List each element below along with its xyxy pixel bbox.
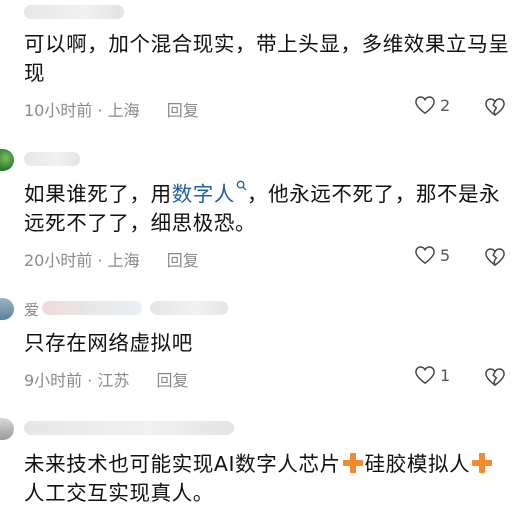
time-location: 10小时前 · 上海 [24, 101, 140, 120]
comment-text: 未来技术也可能实现AI数字人芯片 硅胶模拟人 人工交互实现真人。 [24, 450, 514, 508]
comment-text: 如果谁死了，用数字人 ，他永远不死了，那不是永 远死不了了，细思极恐。 [24, 180, 501, 235]
username-blurred [150, 301, 228, 315]
avatar[interactable] [0, 298, 14, 320]
like-count: 2 [440, 95, 451, 115]
comment-text: 可以啊，加个混合现实，带上头显，多维效果立马呈 现 [24, 32, 510, 85]
username[interactable]: 爱 [24, 299, 39, 320]
like-button[interactable]: 5 [414, 245, 450, 265]
time-location: 9小时前 · 江苏 [24, 371, 130, 390]
like-count: 1 [440, 365, 451, 385]
comment-meta: 9小时前 · 江苏 回复 [24, 367, 189, 391]
like-button[interactable]: 1 [414, 365, 450, 385]
comment-meta: 10小时前 · 上海 回复 [24, 97, 199, 121]
time-location: 20小时前 · 上海 [24, 251, 140, 270]
reply-button[interactable]: 回复 [167, 251, 199, 270]
username-blurred [24, 152, 80, 166]
like-button[interactable]: 2 [414, 95, 450, 115]
heart-outline-icon [415, 366, 435, 385]
broken-heart-icon[interactable] [484, 247, 506, 267]
comment-text: 只存在网络虚拟吧 [24, 331, 193, 355]
comment-meta: 20小时前 · 上海 回复 [24, 247, 199, 271]
username-blurred [24, 5, 124, 19]
search-icon [236, 180, 247, 191]
heart-outline-icon [415, 246, 435, 265]
broken-heart-icon[interactable] [484, 97, 506, 117]
heart-outline-icon [415, 96, 435, 115]
username-blurred [24, 421, 234, 435]
avatar[interactable] [0, 418, 14, 440]
username-blurred [42, 301, 142, 315]
reply-button[interactable]: 回复 [167, 101, 199, 120]
avatar[interactable] [0, 149, 14, 171]
reply-button[interactable]: 回复 [157, 371, 189, 390]
broken-heart-icon[interactable] [484, 367, 506, 387]
plus-icon [472, 453, 493, 473]
keyword-link[interactable]: 数字人 [172, 182, 235, 206]
plus-icon [342, 453, 363, 473]
like-count: 5 [440, 245, 451, 265]
